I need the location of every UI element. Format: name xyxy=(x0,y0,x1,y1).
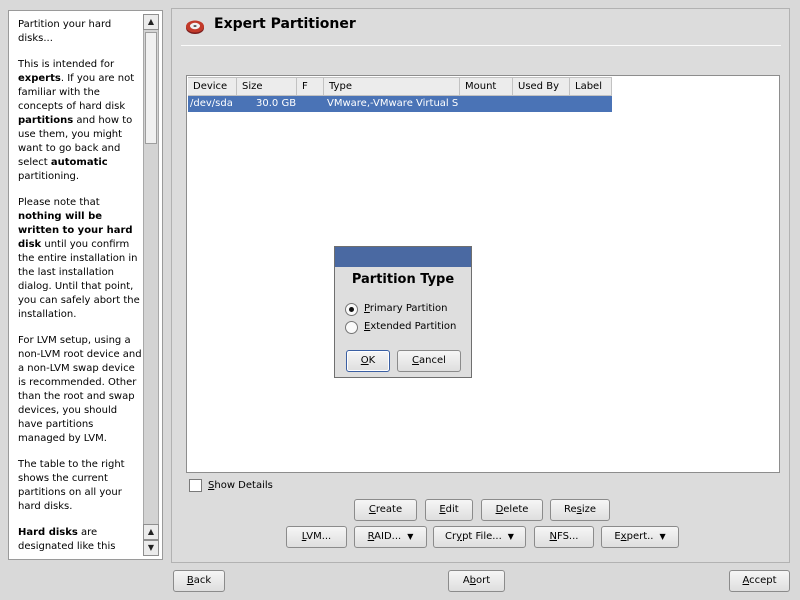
main-area: Expert Partitioner Device Size F Type Mo… xyxy=(171,8,790,563)
help-paragraph: For LVM setup, using a non-LVM root devi… xyxy=(18,335,142,444)
nfs-button[interactable]: NFS... xyxy=(534,526,594,548)
dialog-titlebar[interactable] xyxy=(335,247,471,267)
column-header-mount[interactable]: Mount xyxy=(460,77,513,96)
lvm-button[interactable]: LVM... xyxy=(286,526,347,548)
resize-button[interactable]: Resize xyxy=(550,499,610,521)
dialog-heading: Partition Type xyxy=(351,272,455,287)
abort-button[interactable]: Abort xyxy=(448,570,505,592)
create-button[interactable]: Create xyxy=(354,499,417,521)
show-details-checkbox[interactable] xyxy=(189,479,202,492)
title-separator xyxy=(181,45,781,46)
column-header-size[interactable]: Size xyxy=(237,77,297,96)
column-header-type[interactable]: Type xyxy=(324,77,460,96)
delete-button[interactable]: Delete xyxy=(481,499,543,521)
column-header-device[interactable]: Device xyxy=(188,77,237,96)
extended-partition-radio[interactable] xyxy=(345,321,358,334)
partition-type-dialog: Partition Type Primary Partition Extende… xyxy=(334,246,472,378)
cell-size: 30.0 GB xyxy=(256,98,297,109)
help-paragraph: Hard disks are designated like this xyxy=(18,527,116,552)
column-header-used-by[interactable]: Used By xyxy=(513,77,570,96)
back-button[interactable]: Back xyxy=(173,570,225,592)
cell-device: /dev/sda xyxy=(190,98,233,109)
help-paragraph: Partition your hard disks... xyxy=(18,19,112,44)
help-scrollbar[interactable]: ▲ ▲ ▼ xyxy=(143,14,159,556)
crypt-file-button[interactable]: Crypt File... ▼ xyxy=(433,526,526,548)
help-paragraph: The table to the right shows the current… xyxy=(18,459,125,512)
raid-button[interactable]: RAID... ▼ xyxy=(354,526,427,548)
triangle-down-icon: ▼ xyxy=(507,532,514,541)
primary-partition-label[interactable]: Primary Partition xyxy=(364,303,448,314)
ok-button[interactable]: OK xyxy=(346,350,390,372)
column-header-label[interactable]: Label xyxy=(570,77,612,96)
extended-partition-label[interactable]: Extended Partition xyxy=(364,321,456,332)
cell-type: VMware,-VMware Virtual S xyxy=(327,98,459,109)
help-paragraph: Please note that nothing will be written… xyxy=(18,197,140,320)
primary-partition-radio[interactable] xyxy=(345,303,358,316)
yast-disk-icon xyxy=(186,20,204,34)
page-title: Expert Partitioner xyxy=(214,16,356,32)
scrollbar-thumb[interactable] xyxy=(145,32,157,144)
triangle-down-icon: ▼ xyxy=(659,532,666,541)
edit-button[interactable]: Edit xyxy=(425,499,473,521)
triangle-down-icon: ▼ xyxy=(407,532,414,541)
scroll-up-arrow-icon[interactable]: ▲ xyxy=(143,524,159,540)
column-header-f[interactable]: F xyxy=(297,77,324,96)
help-pane: Partition your hard disks... This is inte… xyxy=(8,10,163,560)
help-paragraph: This is intended for experts. If you are… xyxy=(18,59,135,182)
cell-label xyxy=(573,96,612,112)
scroll-down-arrow-icon[interactable]: ▼ xyxy=(143,540,159,556)
cell-used-by xyxy=(516,96,570,112)
partition-table[interactable]: Device Size F Type Mount Used By Label /… xyxy=(186,75,780,473)
expert-button[interactable]: Expert.. ▼ xyxy=(601,526,679,548)
cancel-button[interactable]: Cancel xyxy=(397,350,461,372)
cell-f xyxy=(300,96,324,112)
scroll-up-arrow-icon[interactable]: ▲ xyxy=(143,14,159,30)
show-details-label[interactable]: Show Details xyxy=(208,480,273,491)
table-row[interactable]: /dev/sda 30.0 GB VMware,-VMware Virtual … xyxy=(188,96,612,112)
accept-button[interactable]: Accept xyxy=(729,570,790,592)
cell-mount xyxy=(463,96,513,112)
help-text: Partition your hard disks... This is inte… xyxy=(9,11,142,559)
